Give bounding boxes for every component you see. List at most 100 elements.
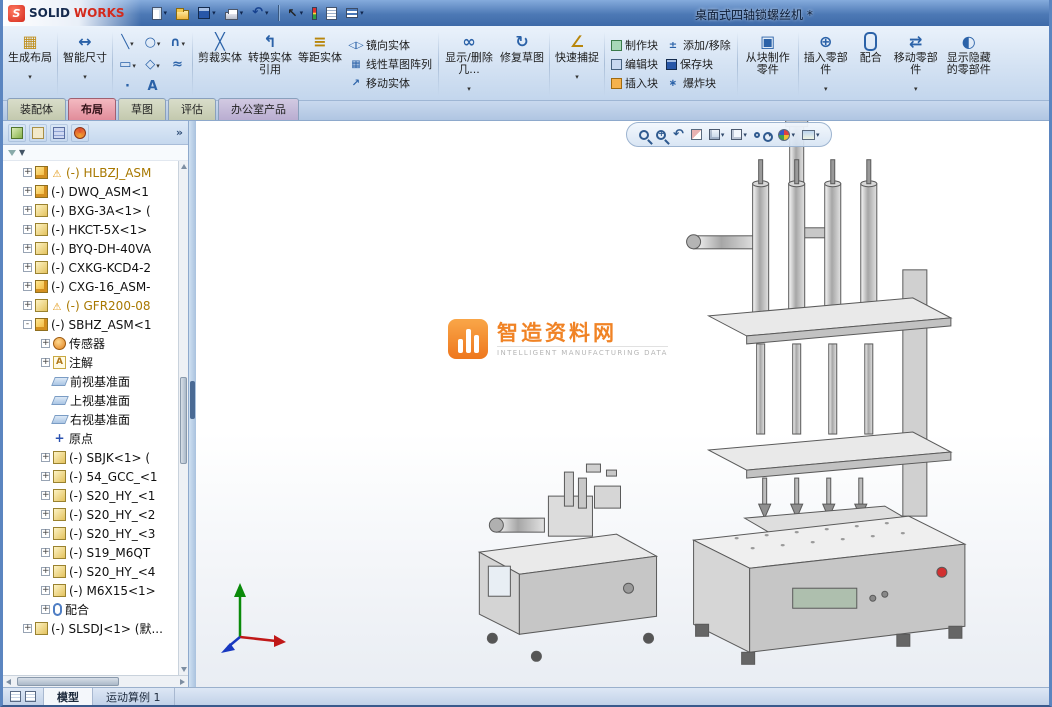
- tree-item[interactable]: + (-) S20_HY_<2: [3, 505, 188, 524]
- expand-toggle-icon[interactable]: +: [41, 358, 50, 367]
- repair-sketch-button[interactable]: ↻ 修复草图: [497, 28, 547, 100]
- tree-filter-row[interactable]: ▼: [3, 145, 188, 161]
- tree-item[interactable]: + (-) 54_GCC_<1: [3, 467, 188, 486]
- splitter-grip[interactable]: [190, 381, 195, 419]
- file-properties-button[interactable]: [323, 5, 340, 22]
- configurationmanager-tab[interactable]: [50, 124, 68, 142]
- create-layout-button[interactable]: ▦ 生成布局: [5, 28, 55, 100]
- tab-evaluate[interactable]: 评估: [168, 98, 216, 120]
- motion-study-tab[interactable]: 运动算例 1: [93, 688, 175, 705]
- edit-block-button[interactable]: 编辑块: [607, 55, 662, 73]
- zoom-to-area-button[interactable]: [656, 130, 666, 140]
- tree-item[interactable]: - (-) SBHZ_ASM<1: [3, 315, 188, 334]
- open-button[interactable]: [173, 5, 192, 22]
- tree-item[interactable]: + (-) HKCT-5X<1>: [3, 220, 188, 239]
- add-remove-button[interactable]: ±添加/移除: [662, 36, 735, 54]
- arc-tool-button[interactable]: ∩: [165, 31, 190, 53]
- offset-entities-button[interactable]: ≡ 等距实体: [295, 28, 345, 100]
- displaymanager-tab[interactable]: [71, 124, 89, 142]
- tree-item[interactable]: + 传感器: [3, 334, 188, 353]
- new-document-button[interactable]: ▾: [149, 5, 171, 22]
- text-tool-button[interactable]: A: [140, 75, 165, 97]
- display-style-button[interactable]: ▾: [731, 129, 747, 140]
- featuremanager-tab[interactable]: [8, 124, 26, 142]
- scrollbar-thumb[interactable]: [180, 377, 187, 464]
- mirror-entities-button[interactable]: ◁▷镜向实体: [345, 36, 436, 54]
- zoom-fit-button[interactable]: [639, 130, 649, 140]
- expand-toggle-icon[interactable]: +: [23, 244, 32, 253]
- move-entities-button[interactable]: ↗移动实体: [345, 74, 436, 92]
- expand-toggle-icon[interactable]: +: [41, 529, 50, 538]
- tree-item[interactable]: + (-) S20_HY_<3: [3, 524, 188, 543]
- print-button[interactable]: ▾: [222, 5, 247, 22]
- tree-item[interactable]: + (-) GFR200-08: [3, 296, 188, 315]
- tree-item[interactable]: + (-) BXG-3A<1> (: [3, 201, 188, 220]
- expand-toggle-icon[interactable]: +: [41, 605, 50, 614]
- tree-item[interactable]: + (-) SLSDJ<1> (默...: [3, 619, 188, 638]
- scroll-right-arrow-icon[interactable]: [180, 679, 185, 685]
- tab-sketch[interactable]: 草图: [118, 98, 166, 120]
- expand-toggle-icon[interactable]: +: [41, 472, 50, 481]
- expand-toggle-icon[interactable]: +: [23, 263, 32, 272]
- show-hidden-components-button[interactable]: ◐ 显示隐藏的零部件: [941, 28, 997, 100]
- tree-item[interactable]: + (-) S19_M6QT: [3, 543, 188, 562]
- select-button[interactable]: ↖▾: [285, 4, 307, 22]
- expand-toggle-icon[interactable]: +: [41, 491, 50, 500]
- tree-item[interactable]: + (-) CXKG-KCD4-2: [3, 258, 188, 277]
- linear-sketch-pattern-button[interactable]: ▦线性草图阵列: [345, 55, 436, 73]
- expand-toggle-icon[interactable]: +: [41, 339, 50, 348]
- circle-tool-button[interactable]: ○: [140, 31, 165, 53]
- hide-show-items-button[interactable]: ▾: [754, 131, 772, 139]
- save-button[interactable]: ▾: [195, 5, 219, 21]
- expand-toggle-icon[interactable]: -: [23, 320, 32, 329]
- tree-item[interactable]: 原点: [3, 429, 188, 448]
- tab-assembly[interactable]: 装配体: [7, 98, 66, 120]
- tree-item[interactable]: 右视基准面: [3, 410, 188, 429]
- apply-scene-button[interactable]: ▾: [802, 130, 820, 140]
- tree-item[interactable]: 上视基准面: [3, 391, 188, 410]
- tree-item[interactable]: + (-) S20_HY_<1: [3, 486, 188, 505]
- tree-item[interactable]: + (-) SBJK<1> (: [3, 448, 188, 467]
- insert-block-button[interactable]: 插入块: [607, 74, 662, 92]
- scrollbar-thumb[interactable]: [17, 677, 119, 686]
- options-button[interactable]: ▾: [343, 6, 367, 20]
- move-component-button[interactable]: ⇄ 移动零部件: [891, 28, 941, 100]
- line-tool-button[interactable]: ╲: [115, 31, 140, 53]
- expand-toggle-icon[interactable]: +: [23, 168, 32, 177]
- propertymanager-tab[interactable]: [29, 124, 47, 142]
- expand-toggle-icon[interactable]: +: [41, 567, 50, 576]
- scroll-left-arrow-icon[interactable]: [6, 679, 11, 685]
- mate-button[interactable]: 配合: [851, 28, 891, 100]
- expand-toggle-icon[interactable]: +: [41, 586, 50, 595]
- make-part-from-block-button[interactable]: ▣ 从块制作零件: [740, 28, 796, 100]
- sheet-icon[interactable]: [25, 691, 36, 702]
- edit-appearance-button[interactable]: ▾: [778, 129, 795, 141]
- tree-item[interactable]: + (-) M6X15<1>: [3, 581, 188, 600]
- expand-toggle-icon[interactable]: +: [23, 301, 32, 310]
- tree-vertical-scrollbar[interactable]: [178, 161, 188, 675]
- sheet-icon[interactable]: [10, 691, 21, 702]
- display-delete-relations-button[interactable]: ∞ 显示/删除几...: [441, 28, 497, 100]
- polygon-tool-button[interactable]: ◇: [140, 53, 165, 75]
- graphics-viewport[interactable]: ↶ ▾ ▾ ▾ ▾ ▾ 智造资料网 INTELLIGENT MANUFACTUR…: [196, 121, 1049, 687]
- save-block-button[interactable]: 保存块: [662, 55, 735, 73]
- model-tab[interactable]: 模型: [44, 688, 93, 705]
- scroll-down-arrow-icon[interactable]: [181, 667, 187, 672]
- expand-toggle-icon[interactable]: +: [23, 187, 32, 196]
- previous-view-button[interactable]: ↶: [673, 128, 684, 142]
- expand-toggle-icon[interactable]: +: [23, 206, 32, 215]
- tree-item[interactable]: + (-) HLBZJ_ASM: [3, 163, 188, 182]
- tree-item[interactable]: + (-) S20_HY_<4: [3, 562, 188, 581]
- tab-office-products[interactable]: 办公室产品: [218, 98, 299, 120]
- explode-block-button[interactable]: ∗爆炸块: [662, 74, 735, 92]
- view-orientation-button[interactable]: ▾: [709, 129, 725, 140]
- point-tool-button[interactable]: ·: [115, 75, 140, 97]
- tree-item[interactable]: + (-) DWQ_ASM<1: [3, 182, 188, 201]
- tab-layout[interactable]: 布局: [68, 98, 116, 120]
- tree-horizontal-scrollbar[interactable]: [3, 675, 188, 687]
- expand-toggle-icon[interactable]: +: [23, 624, 32, 633]
- tree-item[interactable]: 前视基准面: [3, 372, 188, 391]
- panel-more-chevron[interactable]: »: [176, 126, 183, 139]
- smart-dimension-button[interactable]: ↔ 智能尺寸: [60, 28, 110, 100]
- expand-toggle-icon[interactable]: +: [23, 225, 32, 234]
